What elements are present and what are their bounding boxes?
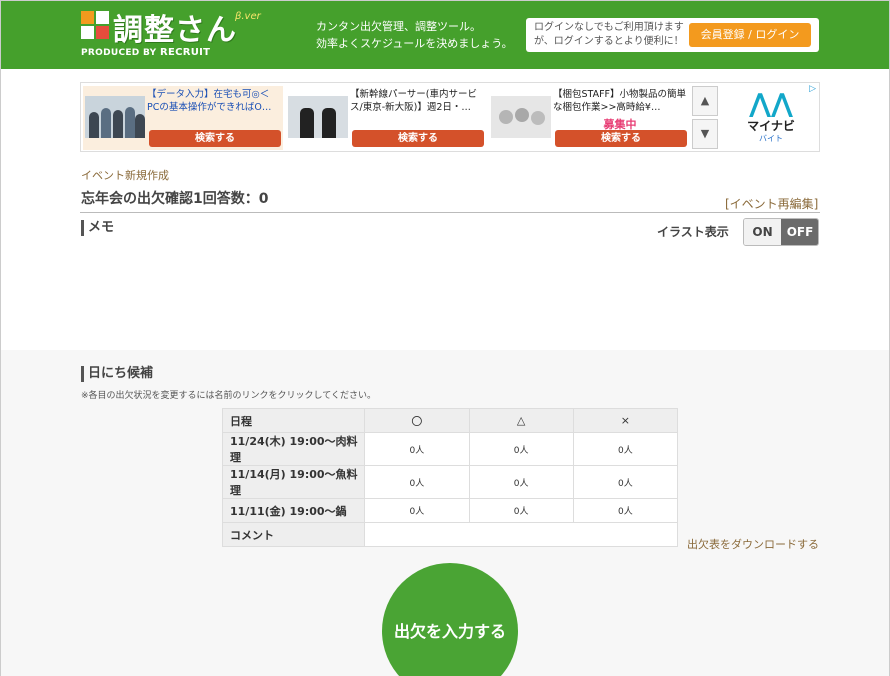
- table-row: 11/24(木) 19:00～肉料理 0人 0人 0人: [221, 432, 679, 466]
- mynavi-name: マイナビ: [747, 119, 795, 133]
- comment-cell: [364, 522, 678, 547]
- header-yes: 〇: [364, 408, 470, 433]
- ad-banner: 【データ入力】在宅も可◎＜PCの基本操作ができればO… 検索する 【新幹線パーサ…: [80, 82, 820, 152]
- header-date: 日程: [221, 408, 366, 433]
- row-maybe-count: 0人: [468, 498, 574, 523]
- mynavi-sub: バイト: [759, 134, 783, 143]
- event-reedit-link[interactable]: [イベント再編集]: [725, 195, 818, 212]
- logo-title: 調整さん: [113, 13, 237, 48]
- tagline-line-2: 効率よくスケジュールを決めましょう。: [316, 37, 513, 50]
- ad-up-arrow-icon[interactable]: ▲: [692, 86, 718, 116]
- illust-label: イラスト表示: [657, 225, 729, 239]
- ad-search-button[interactable]: 検索する: [352, 130, 484, 147]
- logo-beta: β.ver: [235, 11, 261, 22]
- tagline-line-1: カンタン出欠管理、調整ツール。: [316, 20, 481, 33]
- header-maybe: △: [468, 408, 574, 433]
- page-title: 忘年会の出欠確認1回答数：0: [81, 191, 269, 207]
- row-no-count: 0人: [572, 465, 679, 499]
- row-no-count: 0人: [572, 432, 679, 466]
- ad-item[interactable]: 【新幹線パーサー(車内サービス/東京-新大阪)】週2日・… 検索する: [286, 86, 486, 150]
- candidates-heading: 日にち候補: [81, 366, 153, 382]
- ad-text[interactable]: 【新幹線パーサー(車内サービス/東京-新大阪)】週2日・…: [350, 88, 484, 128]
- illust-toggle[interactable]: ON OFF: [743, 218, 819, 246]
- row-date: 11/24(木) 19:00～肉料理: [221, 432, 366, 466]
- adchoices-icon[interactable]: ▷: [809, 84, 816, 94]
- row-date: 11/14(月) 19:00～魚料理: [221, 465, 366, 499]
- comment-row: コメント: [221, 522, 678, 547]
- ad-text[interactable]: 【データ入力】在宅も可◎＜PCの基本操作ができればO…: [147, 88, 281, 128]
- divider: [80, 212, 820, 213]
- row-maybe-count: 0人: [468, 465, 574, 499]
- ad-search-button[interactable]: 検索する: [555, 130, 687, 147]
- produced-by-text: PRODUCED BY: [81, 48, 157, 58]
- logo-produced-by: PRODUCED BY RECRUIT: [81, 47, 210, 58]
- ad-text[interactable]: 【梱包STAFF】小物製品の簡単な梱包作業>>高時給¥…: [553, 88, 687, 116]
- login-text-line-2: が、ログインするとより便利に！: [534, 36, 684, 47]
- comment-label: コメント: [221, 522, 366, 547]
- login-text: ログインなしでもご利用頂けます が、ログインするとより便利に！: [534, 21, 684, 49]
- ad-item[interactable]: 【データ入力】在宅も可◎＜PCの基本操作ができればO… 検索する: [83, 86, 283, 150]
- ad-down-arrow-icon[interactable]: ▼: [692, 119, 718, 149]
- row-yes-count: 0人: [364, 498, 470, 523]
- ad-image: [288, 96, 348, 138]
- row-yes-count: 0人: [364, 432, 470, 466]
- row-no-count: 0人: [572, 498, 679, 523]
- login-text-line-1: ログインなしでもご利用頂けます: [534, 22, 684, 33]
- recruit-text: RECRUIT: [159, 47, 211, 58]
- breadcrumb[interactable]: イベント新規作成: [81, 167, 169, 183]
- toggle-off[interactable]: OFF: [781, 219, 818, 245]
- toggle-on[interactable]: ON: [744, 219, 781, 245]
- login-box: ログインなしでもご利用頂けます が、ログインするとより便利に！ 会員登録 / ロ…: [526, 18, 819, 52]
- table-row: 11/11(金) 19:00～鍋 0人 0人 0人: [221, 498, 679, 523]
- download-link[interactable]: 出欠表をダウンロードする: [687, 536, 819, 552]
- header-no: ×: [572, 408, 679, 433]
- mynavi-logo[interactable]: ⋀⋀ マイナビ バイト: [731, 89, 811, 147]
- ad-image: [85, 96, 145, 138]
- logo-mark-icon: [81, 11, 111, 41]
- mynavi-mark-icon: ⋀⋀: [749, 89, 793, 119]
- table-header-row: 日程 〇 △ ×: [221, 408, 679, 433]
- ad-search-button[interactable]: 検索する: [149, 130, 281, 147]
- site-header: 調整さん β.ver PRODUCED BY RECRUIT カンタン出欠管理、…: [1, 1, 889, 69]
- row-maybe-count: 0人: [468, 432, 574, 466]
- ad-image: [491, 96, 551, 138]
- table-row: 11/14(月) 19:00～魚料理 0人 0人 0人: [221, 465, 679, 499]
- schedule-table: 日程 〇 △ × 11/24(木) 19:00～肉料理 0人 0人 0人 11/…: [221, 408, 679, 547]
- row-yes-count: 0人: [364, 465, 470, 499]
- register-login-button[interactable]: 会員登録 / ログイン: [689, 23, 811, 47]
- site-logo[interactable]: 調整さん β.ver PRODUCED BY RECRUIT: [81, 7, 261, 63]
- candidates-note: ※各目の出欠状況を変更するには名前のリンクをクリックしてください。: [81, 391, 377, 401]
- row-date: 11/11(金) 19:00～鍋: [221, 498, 366, 523]
- ad-item[interactable]: 【梱包STAFF】小物製品の簡単な梱包作業>>高時給¥… 募集中 検索する: [489, 86, 689, 150]
- memo-heading: メモ: [81, 220, 114, 236]
- tagline: カンタン出欠管理、調整ツール。 効率よくスケジュールを決めましょう。: [316, 18, 513, 52]
